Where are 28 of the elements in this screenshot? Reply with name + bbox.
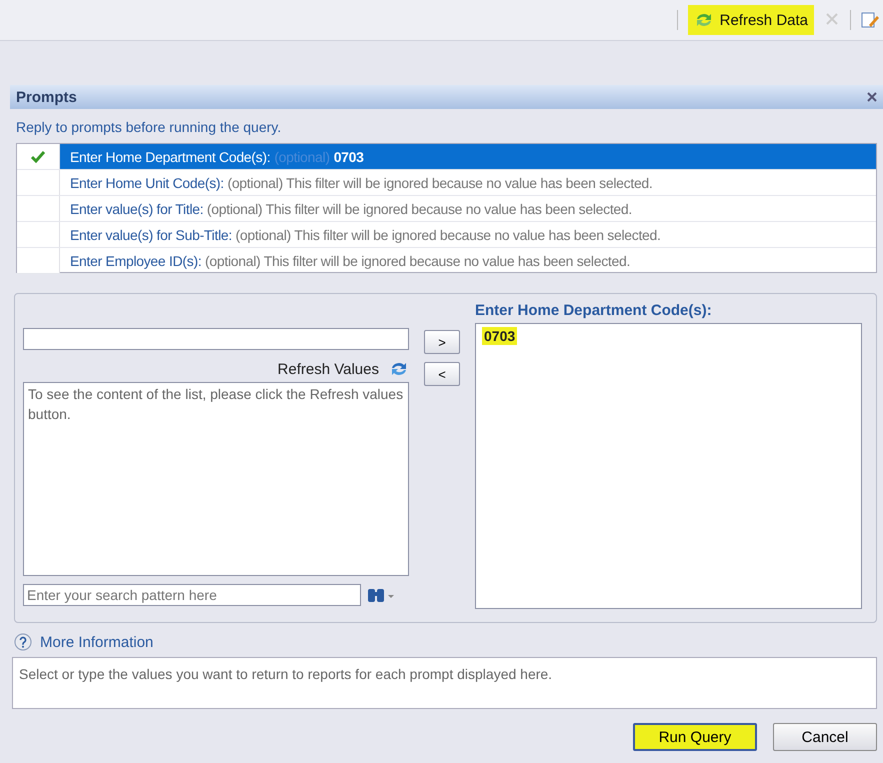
help-icon[interactable] <box>14 633 32 651</box>
prompt-text: Enter Home Unit Code(s): (optional) This filter will be ignored because no value has been selected. <box>69 174 653 190</box>
selected-value[interactable]: 0703 <box>482 327 518 345</box>
list-message: To see the content of the list, please click the Refresh values button. <box>28 386 404 422</box>
search-field[interactable]: Enter your search pattern here <box>23 584 361 606</box>
add-button[interactable]: > <box>424 330 460 354</box>
prompt-row[interactable]: Enter value(s) for Title: (optional) This filter will be ignored because no value has been selected. <box>17 196 876 222</box>
run-query-button[interactable]: Run Query <box>633 723 757 751</box>
value-input-field[interactable] <box>23 328 409 350</box>
remove-button[interactable]: < <box>424 362 460 386</box>
prompt-text: Enter value(s) for Sub-Title: (optional) This filter will be ignored because no value has been selected. <box>69 226 661 242</box>
close-icon[interactable] <box>867 92 877 102</box>
prompt-row[interactable]: Enter Home Unit Code(s): (optional) This filter will be ignored because no value has been selected. <box>17 170 876 196</box>
instruction-text: Reply to prompts before running the query. <box>15 118 282 137</box>
prompt-text: Enter value(s) for Title: (optional) This filter will be ignored because no value has been selected. <box>69 200 632 216</box>
binoculars-icon[interactable] <box>367 586 395 604</box>
description-text: Select or type the values you want to return to reports for each prompt displayed here. <box>12 657 877 709</box>
cancel-button[interactable]: Cancel <box>773 723 877 751</box>
prompt-text: Enter Employee ID(s): (optional) This filter will be ignored because no value has been selected. <box>69 252 630 268</box>
refresh-icon[interactable] <box>389 360 409 378</box>
more-information-link[interactable]: More Information <box>40 634 154 650</box>
panel-title: Prompts <box>16 88 77 106</box>
edit-document-icon[interactable] <box>861 11 879 29</box>
refresh-data-button[interactable]: Refresh Data <box>688 5 814 35</box>
refresh-values-link[interactable]: Refresh Values <box>278 360 379 378</box>
prompt-row[interactable]: Enter Employee ID(s): (optional) This filter will be ignored because no value has been selected. <box>17 248 876 274</box>
selected-values-title: Enter Home Department Code(s): <box>475 302 713 319</box>
prompt-row[interactable]: Enter value(s) for Sub-Title: (optional) This filter will be ignored because no value has been selected. <box>17 222 876 248</box>
